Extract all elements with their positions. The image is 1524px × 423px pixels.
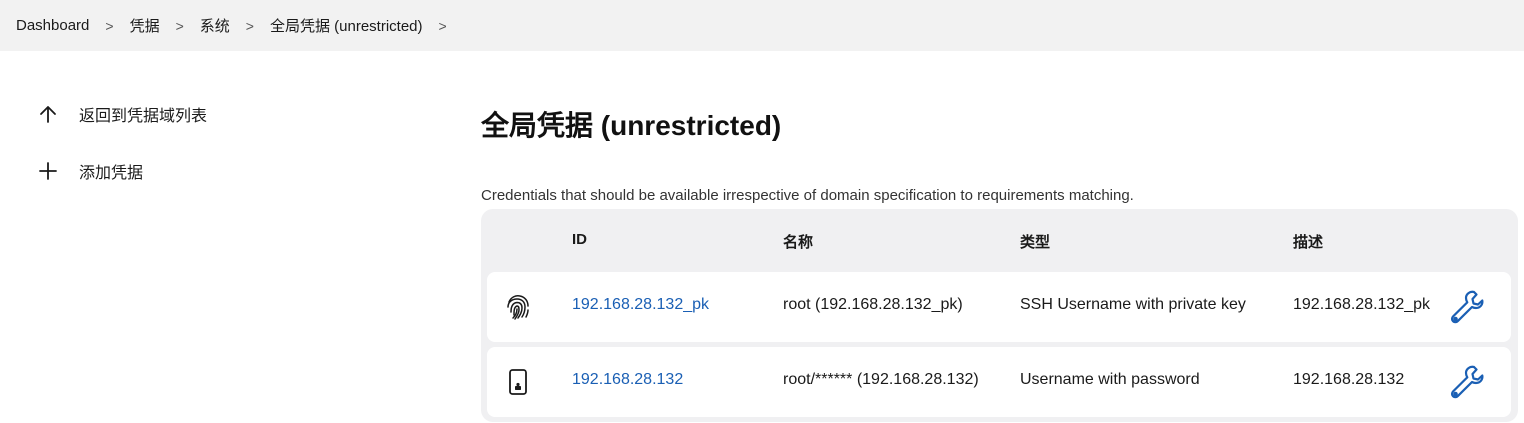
- breadcrumb-separator: >: [245, 17, 254, 34]
- header-description: 描述: [1293, 234, 1324, 251]
- sidebar-item-add-credential[interactable]: 添加凭据: [36, 157, 207, 185]
- credential-name: root (192.168.28.132_pk): [783, 296, 963, 313]
- credential-id-link[interactable]: 192.168.28.132: [572, 371, 683, 389]
- page-title: 全局凭据 (unrestricted): [481, 110, 782, 141]
- credential-name: root/****** (192.168.28.132): [783, 371, 979, 388]
- sidebar-item-label: 添加凭据: [79, 165, 144, 182]
- credential-type: Username with password: [1020, 371, 1200, 388]
- breadcrumb-dashboard[interactable]: Dashboard: [16, 17, 89, 34]
- credentials-table: ID 名称 类型 描述 192.168.28.132_pk root (192.…: [481, 209, 1518, 422]
- table-row: 192.168.28.132_pk root (192.168.28.132_p…: [487, 272, 1511, 342]
- plus-icon: [36, 159, 60, 183]
- breadcrumb-credentials[interactable]: 凭据: [130, 15, 160, 36]
- phone-icon: [504, 367, 532, 397]
- fingerprint-icon: [504, 292, 532, 322]
- credential-description: 192.168.28.132_pk: [1293, 296, 1431, 313]
- credential-description: 192.168.28.132: [1293, 371, 1405, 388]
- table-header: ID 名称 类型 描述: [481, 209, 1518, 269]
- page-description: Credentials that should be available irr…: [481, 187, 1134, 204]
- breadcrumb-separator[interactable]: >: [439, 18, 447, 34]
- sidebar-item-back-to-domains[interactable]: 返回到凭据域列表: [36, 100, 207, 128]
- breadcrumb-separator: >: [105, 17, 114, 34]
- wrench-icon[interactable]: [1447, 287, 1487, 327]
- header-type: 类型: [1020, 234, 1051, 251]
- header-name: 名称: [783, 234, 814, 251]
- arrow-up-icon: [36, 102, 60, 126]
- credential-type: SSH Username with private key: [1020, 296, 1246, 313]
- breadcrumb-separator: >: [175, 17, 184, 34]
- credential-id-link[interactable]: 192.168.28.132_pk: [572, 296, 709, 314]
- header-id: ID: [572, 231, 587, 248]
- breadcrumb-global-credentials[interactable]: 全局凭据 (unrestricted): [270, 15, 423, 36]
- table-row: 192.168.28.132 root/****** (192.168.28.1…: [487, 347, 1511, 417]
- breadcrumb: Dashboard > 凭据 > 系统 > 全局凭据 (unrestricted…: [0, 0, 1524, 51]
- sidebar: 返回到凭据域列表 添加凭据: [36, 100, 207, 214]
- breadcrumb-system[interactable]: 系统: [200, 15, 230, 36]
- wrench-icon[interactable]: [1447, 362, 1487, 402]
- sidebar-item-label: 返回到凭据域列表: [79, 108, 208, 125]
